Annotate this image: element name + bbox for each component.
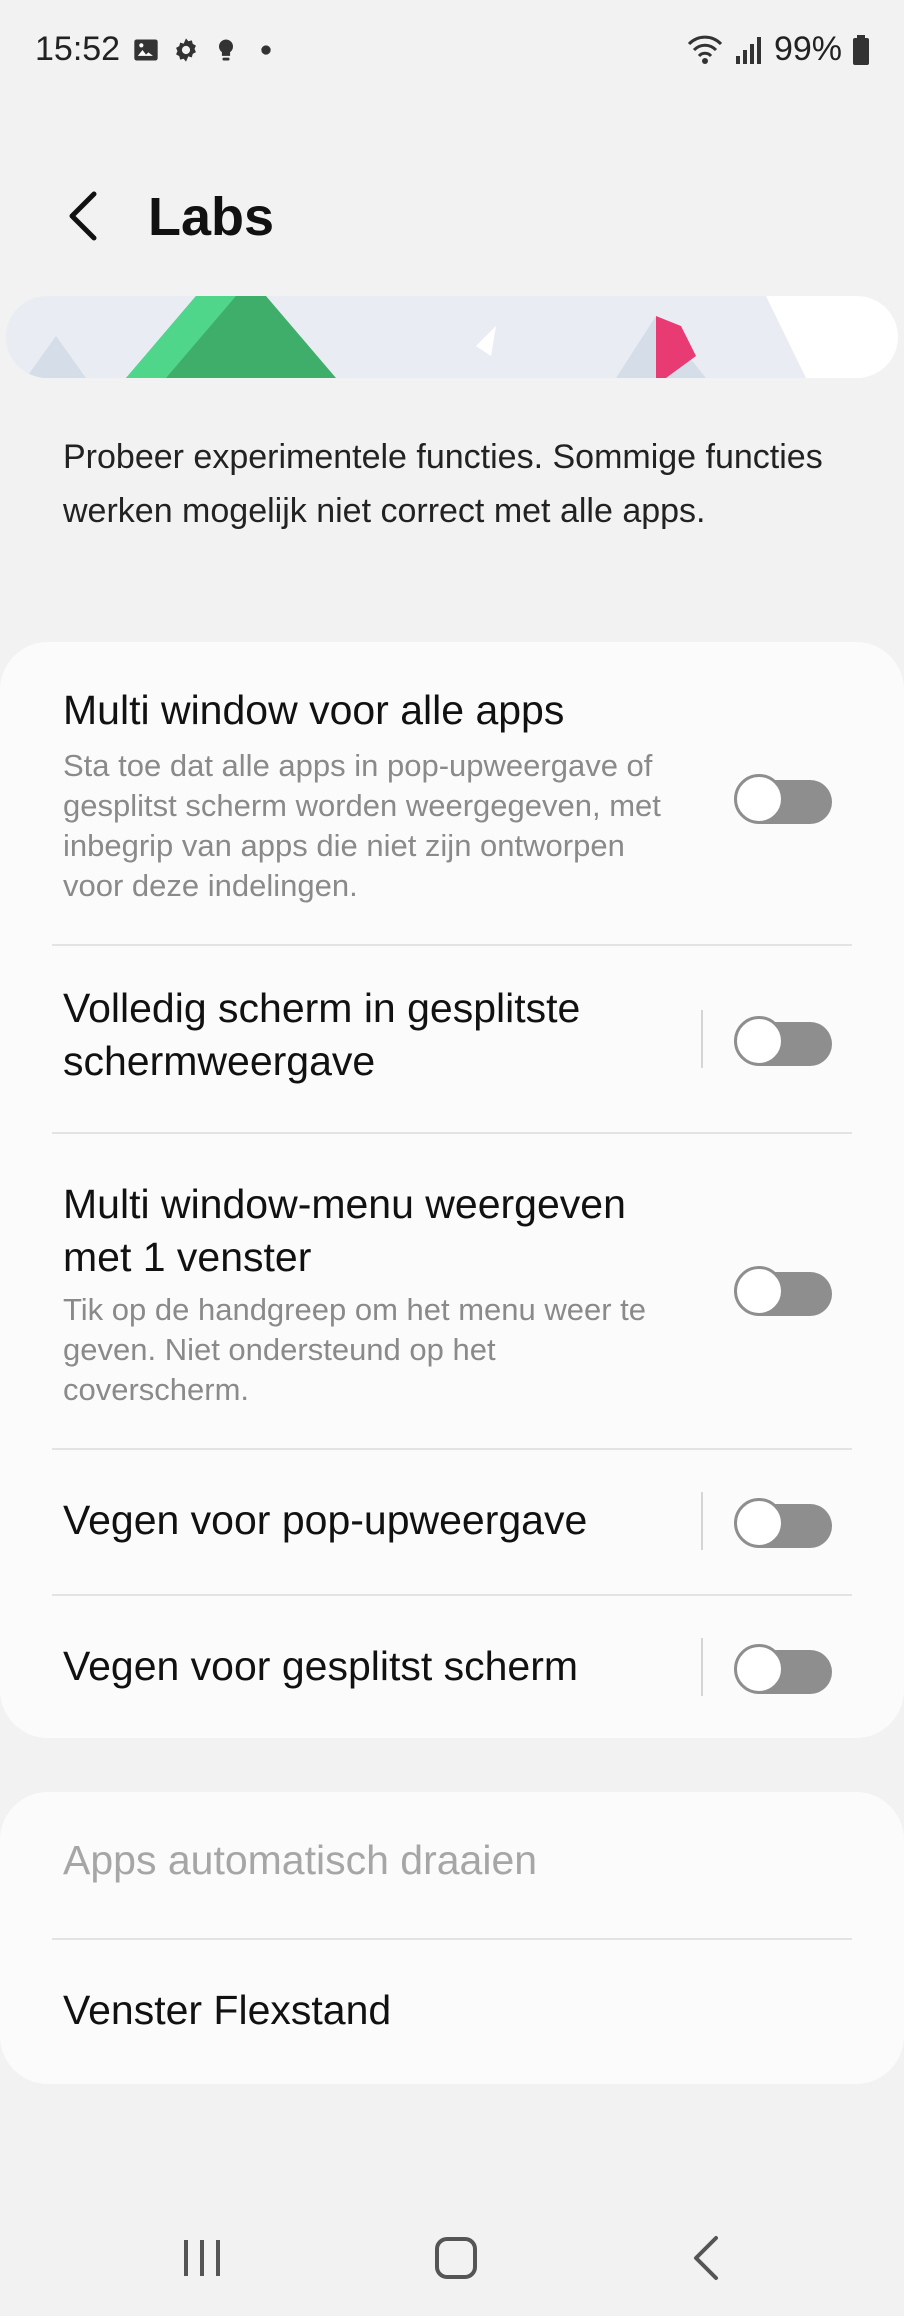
status-time: 15:52: [35, 30, 121, 68]
setting-title: Apps automatisch draaien: [63, 1837, 538, 1883]
setting-row-multi-window-menu[interactable]: Multi window-menu weergeven met 1 venste…: [0, 1134, 904, 1448]
page-title: Labs: [148, 187, 275, 247]
banner-graphic: [6, 296, 898, 378]
dot-icon: [261, 45, 271, 55]
status-bar: 15:52 99%: [0, 0, 904, 104]
vertical-separator: [701, 1492, 703, 1550]
wifi-icon: [687, 35, 723, 64]
battery-percentage: 99%: [773, 30, 842, 68]
home-icon[interactable]: [420, 2222, 492, 2294]
vertical-separator: [701, 1010, 703, 1068]
signal-icon: [735, 36, 761, 64]
vertical-separator: [701, 1638, 703, 1696]
toggle-knob: [734, 1498, 784, 1548]
labs-more-settings-card: Apps automatisch draaien Venster Flexsta…: [0, 1792, 904, 2084]
setting-row-multi-window-all-apps[interactable]: Multi window voor alle apps Sta toe dat …: [0, 642, 904, 944]
setting-row-auto-rotate-apps: Apps automatisch draaien: [0, 1792, 904, 1938]
tips-bulb-icon: [218, 39, 234, 61]
app-header: Labs: [0, 160, 904, 272]
setting-title: Multi window voor alle apps: [63, 687, 565, 733]
setting-subtitle: Sta toe dat alle apps in pop-upweergave …: [63, 748, 661, 903]
setting-title: Multi window-menu weergeven met 1 venste…: [63, 1181, 626, 1280]
toggle-switch[interactable]: [734, 1010, 834, 1066]
notification-icons: [132, 36, 280, 64]
back-icon[interactable]: [672, 2222, 744, 2294]
setting-row-swipe-split-screen[interactable]: Vegen voor gesplitst scherm: [0, 1596, 904, 1738]
setting-title: Vegen voor pop-upweergave: [63, 1497, 588, 1543]
setting-title: Volledig scherm in gesplitste schermweer…: [63, 985, 581, 1084]
setting-title: Venster Flexstand: [63, 1987, 392, 2033]
setting-title: Vegen voor gesplitst scherm: [63, 1643, 579, 1689]
toggle-knob: [734, 1016, 784, 1066]
back-chevron-icon[interactable]: [50, 182, 118, 250]
labs-settings-card: Multi window voor alle apps Sta toe dat …: [0, 642, 904, 1738]
setting-row-fullscreen-split-view[interactable]: Volledig scherm in gesplitste schermweer…: [0, 946, 904, 1132]
settings-icon: [176, 38, 196, 62]
setting-subtitle: Tik op de handgreep om het menu weer te …: [63, 1292, 647, 1407]
labs-description: Probeer experimentele functies. Sommige …: [63, 438, 823, 530]
toggle-knob: [734, 1266, 784, 1316]
status-right: 99%: [686, 30, 870, 69]
setting-row-swipe-popup[interactable]: Vegen voor pop-upweergave: [0, 1450, 904, 1594]
toggle-switch[interactable]: [734, 1638, 834, 1694]
system-navigation-bar: [0, 2200, 904, 2316]
battery-icon: [853, 34, 869, 65]
labs-banner-illustration: [6, 296, 898, 378]
toggle-knob: [734, 1644, 784, 1694]
recents-icon[interactable]: [166, 2222, 238, 2294]
toggle-switch[interactable]: [734, 1492, 834, 1548]
setting-row-flex-mode-panel[interactable]: Venster Flexstand: [0, 1940, 904, 2084]
gallery-icon: [134, 39, 158, 61]
toggle-switch[interactable]: [734, 768, 834, 824]
toggle-switch[interactable]: [734, 1260, 834, 1316]
toggle-knob: [734, 774, 784, 824]
